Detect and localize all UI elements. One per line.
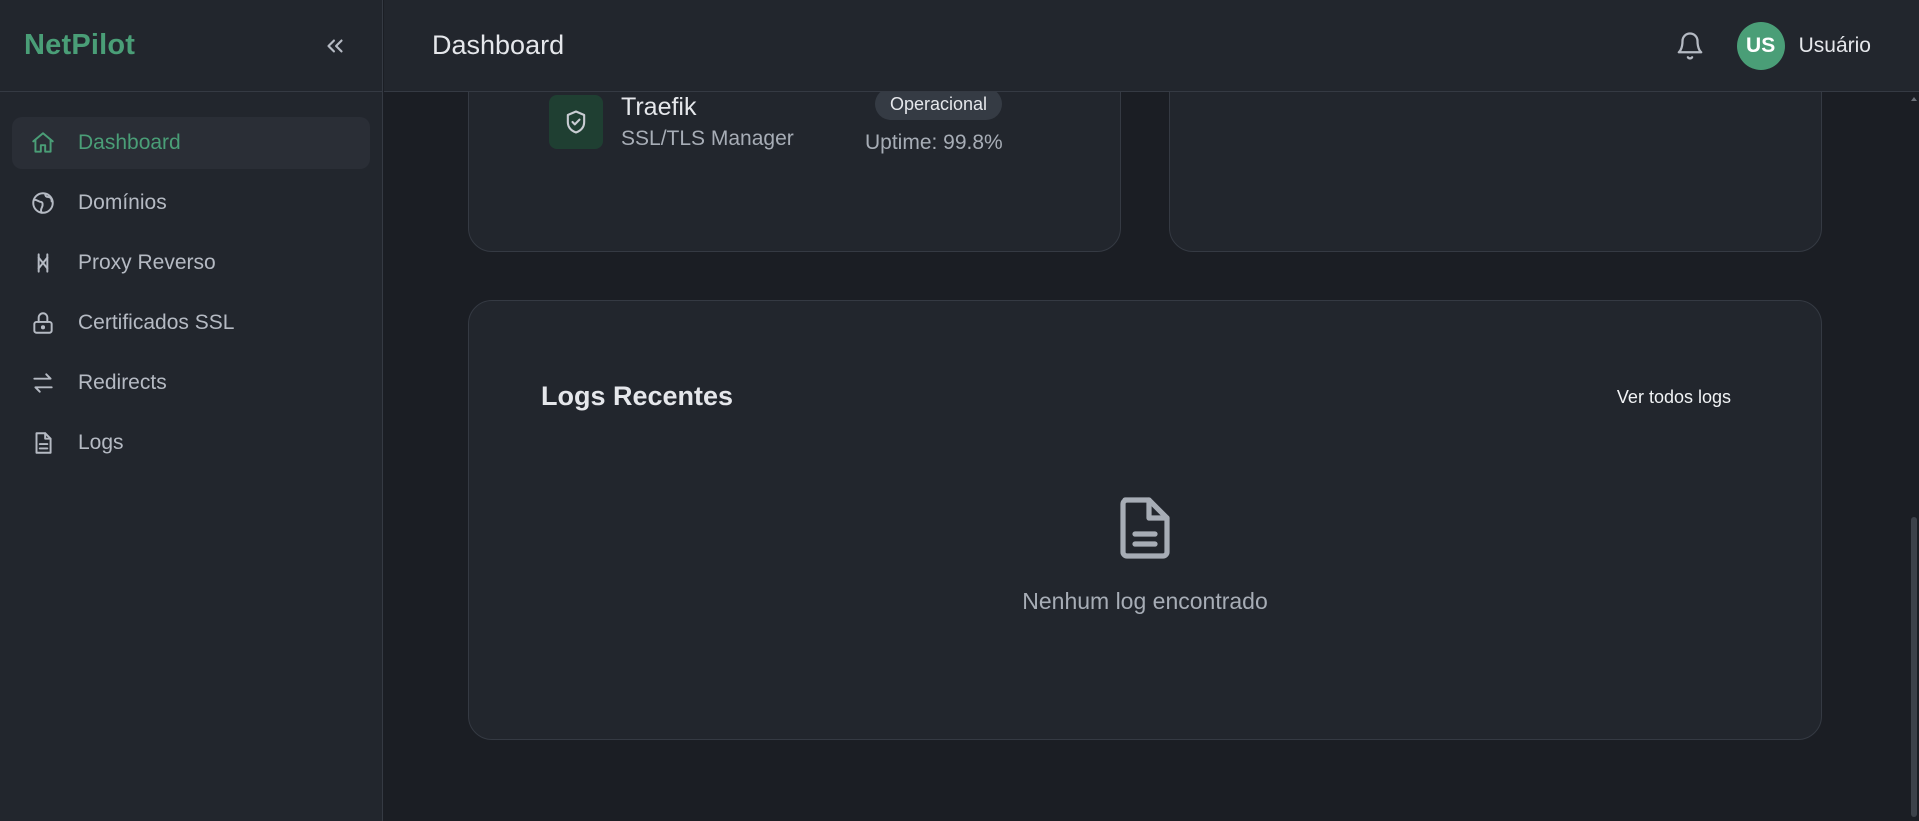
scroll-thumb[interactable] (1911, 517, 1917, 817)
file-text-icon (1120, 497, 1170, 559)
sidebar-item-proxy-reverso[interactable]: Proxy Reverso (12, 237, 370, 289)
service-uptime: Uptime: 99.8% (865, 131, 1003, 154)
sidebar: NetPilot Dashboard Domínios Proxy Revers… (0, 0, 383, 821)
sidebar-nav: Dashboard Domínios Proxy Reverso Certifi… (0, 92, 382, 469)
bell-icon (1677, 31, 1702, 60)
logs-title: Logs Recentes (541, 381, 734, 411)
globe-icon (30, 190, 56, 216)
home-icon (30, 130, 56, 156)
sidebar-item-label: Domínios (78, 191, 167, 214)
app-logo[interactable]: NetPilot (24, 29, 135, 62)
status-badge: Operacional (875, 92, 1003, 120)
avatar[interactable]: US (1736, 21, 1785, 70)
notifications-button[interactable] (1673, 29, 1707, 63)
lock-icon (30, 310, 56, 336)
main-content: Traefik SSL/TLS Manager Operacional Upti… (384, 92, 1919, 821)
page-scrollbar[interactable] (1907, 92, 1919, 821)
chevrons-left-icon (327, 39, 343, 52)
view-all-logs-link[interactable]: Ver todos logs (1617, 387, 1731, 408)
side-card (1169, 92, 1822, 252)
empty-logs-message: Nenhum log encontrado (1022, 588, 1268, 614)
service-card: Traefik SSL/TLS Manager Operacional Upti… (468, 92, 1121, 252)
service-name: Traefik (621, 93, 697, 121)
shield-check-icon (566, 110, 586, 134)
user-name[interactable]: Usuário (1799, 34, 1871, 58)
sidebar-item-label: Proxy Reverso (78, 251, 216, 274)
collapse-sidebar-button[interactable] (318, 29, 352, 63)
logs-card: Logs Recentes Ver todos logs Nenhum log … (468, 300, 1822, 740)
sidebar-header: NetPilot (0, 0, 382, 92)
service-row: Traefik SSL/TLS Manager Operacional Upti… (549, 92, 1109, 163)
document-icon (30, 430, 56, 456)
page-title: Dashboard (432, 30, 565, 60)
topbar-actions: US Usuário (1673, 21, 1871, 70)
arrows-icon (30, 370, 56, 396)
topbar: Dashboard US Usuário (384, 0, 1919, 92)
service-description: SSL/TLS Manager (621, 127, 794, 150)
sidebar-item-logs[interactable]: Logs (12, 417, 370, 469)
service-icon-box (549, 95, 603, 149)
sidebar-item-redirects[interactable]: Redirects (12, 357, 370, 409)
sidebar-item-label: Certificados SSL (78, 311, 235, 334)
sidebar-item-label: Logs (78, 431, 124, 454)
sidebar-item-dominios[interactable]: Domínios (12, 177, 370, 229)
scroll-up-arrow[interactable] (1911, 97, 1917, 101)
sidebar-item-label: Dashboard (78, 131, 181, 154)
proxy-icon (30, 250, 56, 276)
sidebar-item-dashboard[interactable]: Dashboard (12, 117, 370, 169)
sidebar-item-certificados-ssl[interactable]: Certificados SSL (12, 297, 370, 349)
sidebar-item-label: Redirects (78, 371, 167, 394)
